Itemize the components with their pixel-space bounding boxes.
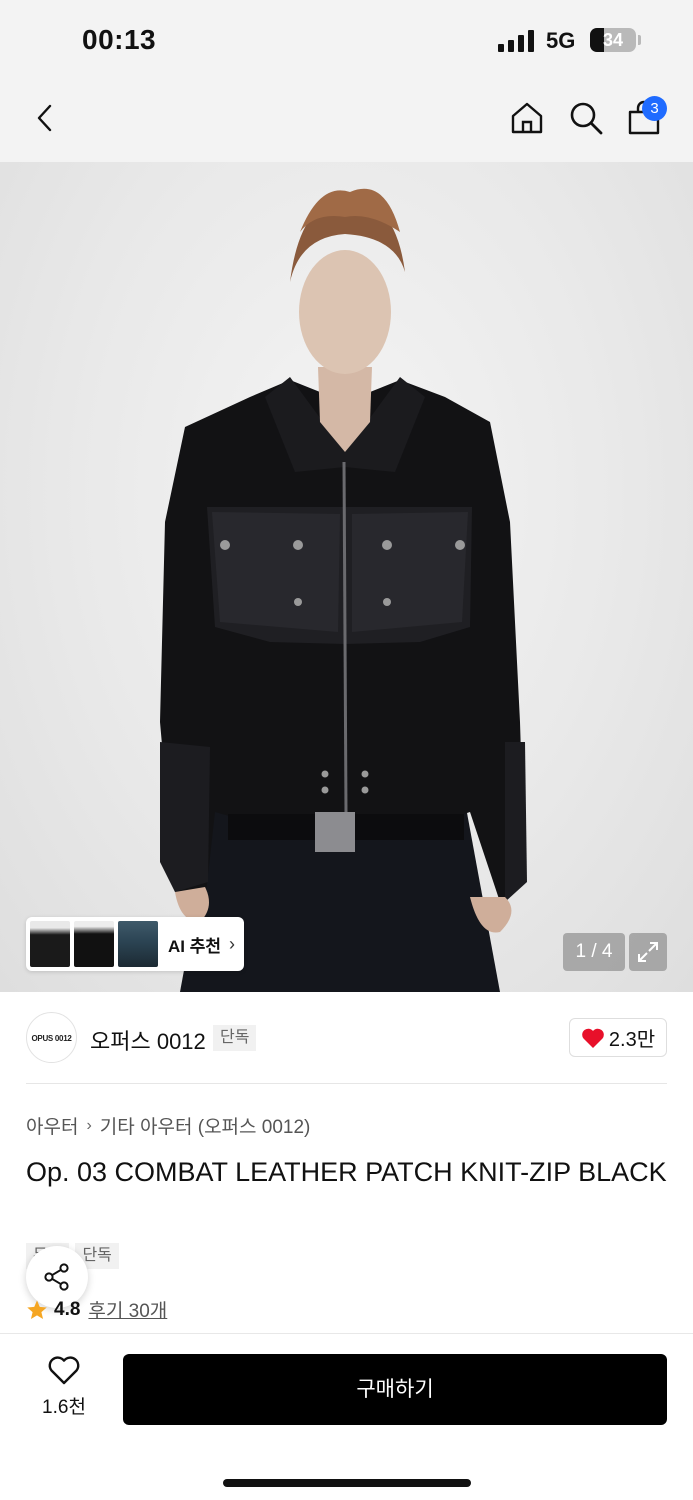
product-title: Op. 03 COMBAT LEATHER PATCH KNIT-ZIP BLA… [26,1157,667,1187]
ai-thumbnail-1 [30,921,70,967]
brand-logo[interactable]: OPUS 0012 [26,1012,77,1063]
wishlist-button[interactable]: 1.6천 [34,1356,94,1419]
ai-thumbnail-3 [118,921,158,967]
battery-icon: 34 [590,28,636,52]
home-icon[interactable] [507,98,547,138]
buy-button[interactable]: 구매하기 [123,1354,667,1425]
back-icon[interactable] [26,98,66,138]
expand-icon[interactable] [629,933,667,971]
heart-outline-icon [48,1356,80,1385]
chevron-right-icon: › [229,933,236,954]
brand-like-count: 2.3만 [608,1029,656,1051]
signal-icon [498,30,534,52]
rating-score: 4.8 [54,1298,81,1320]
wishlist-count: 1.6천 [42,1397,86,1418]
share-icon [44,1263,69,1291]
divider [26,1083,667,1084]
ai-thumbnail-2 [74,921,114,967]
model-photo [160,188,527,992]
reviews-link[interactable]: 후기 30개 [88,1296,167,1323]
status-time: 00:13 [82,24,157,55]
ai-recommendation-label: AI 추천 [168,936,222,956]
heart-filled-icon [582,1028,604,1048]
brand-like-button[interactable]: 2.3만 [569,1018,667,1057]
breadcrumb: 아우터 › 기타 아우터 (오퍼스 0012) [26,1112,310,1139]
home-indicator [223,1479,471,1487]
image-counter: 1 / 4 [563,933,625,971]
brand-name[interactable]: 오퍼스 0012 [90,1024,206,1056]
product-image[interactable] [0,162,693,992]
chevron-right-icon: › [86,1116,92,1134]
rating-row: 4.8 후기 30개 [26,1296,167,1323]
star-icon [27,1299,47,1319]
exclusive-badge: 단독 [213,1025,257,1051]
battery-level: 34 [602,30,624,50]
breadcrumb-subcategory[interactable]: 기타 아우터 (오퍼스 0012) [100,1112,311,1139]
cart-count-badge: 3 [642,96,667,121]
top-nav-bar [0,82,693,162]
status-bar: 00:13 5G 34 [0,0,693,82]
breadcrumb-category[interactable]: 아우터 [26,1112,78,1139]
search-icon[interactable] [566,98,606,138]
ai-recommendation-chip[interactable]: AI 추천 › [26,917,244,971]
network-label: 5G [546,28,576,53]
